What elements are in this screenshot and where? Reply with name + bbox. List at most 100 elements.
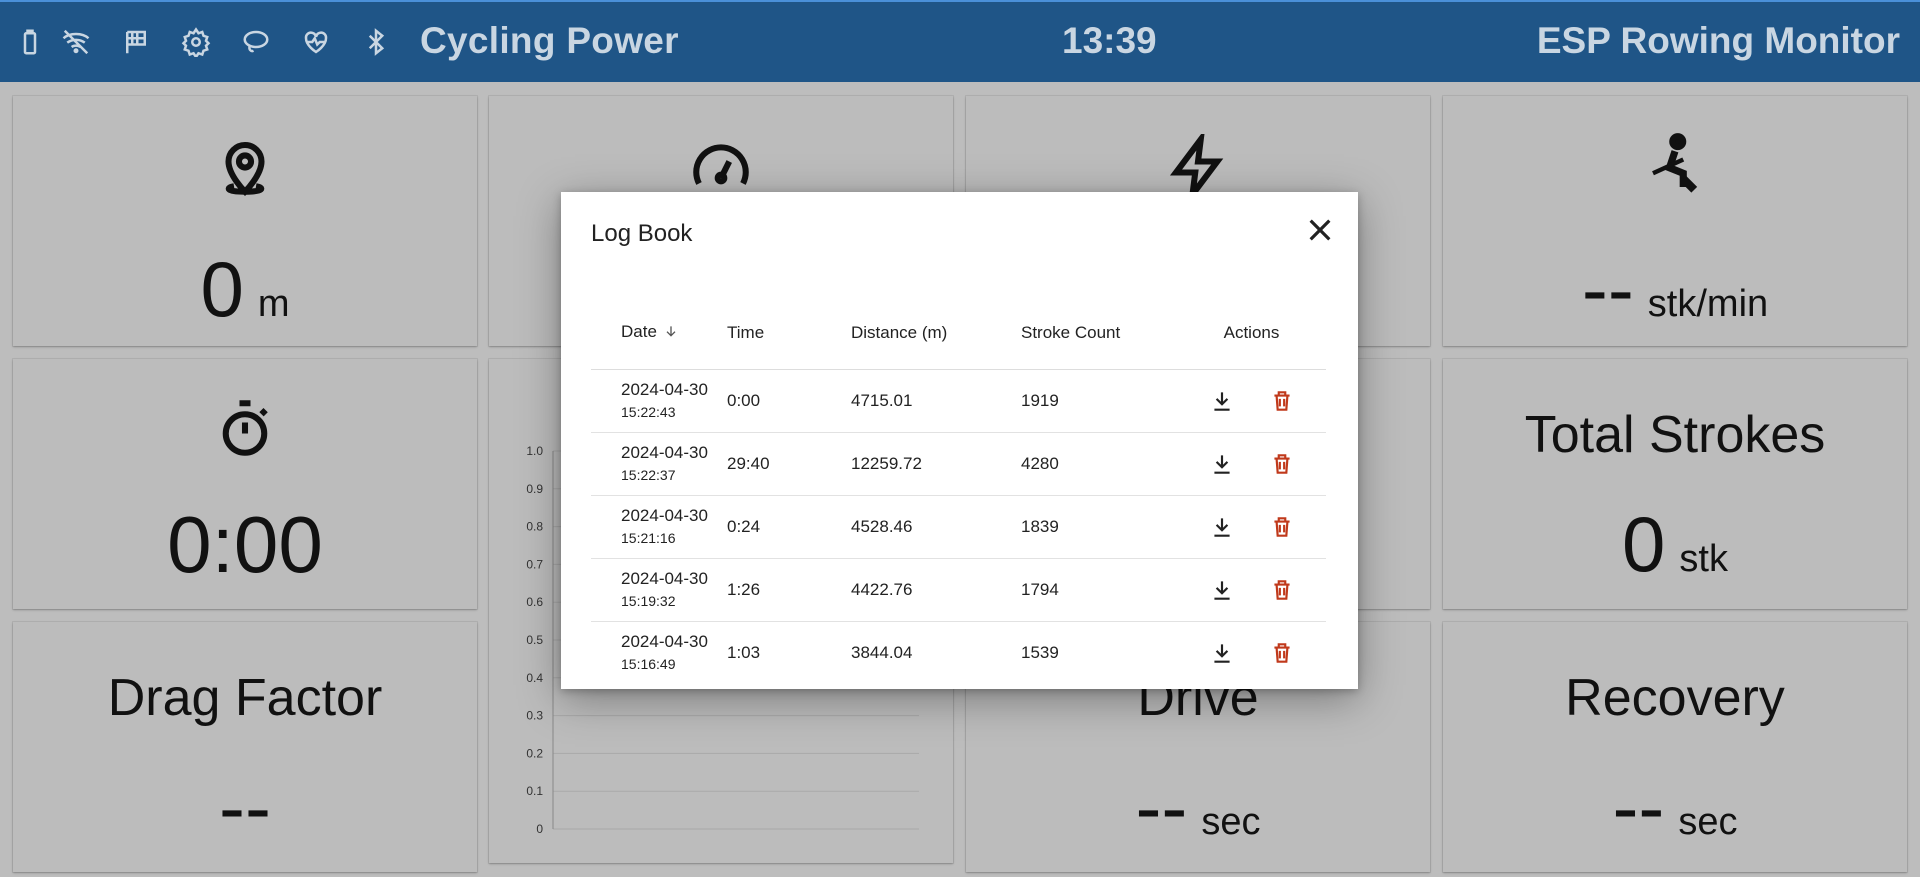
delete-button[interactable] xyxy=(1268,387,1296,415)
y-tick-label: 1.0 xyxy=(526,444,543,458)
delete-button[interactable] xyxy=(1268,576,1296,604)
total-strokes-tile: Total Strokes 0 stk xyxy=(1443,359,1907,609)
total-strokes-title: Total Strokes xyxy=(1524,406,1826,464)
drive-unit: sec xyxy=(1201,801,1261,843)
cell-date: 2024-04-30 15:21:16 xyxy=(591,495,726,559)
recovery-value: -- sec xyxy=(1443,762,1907,853)
row-date: 2024-04-30 xyxy=(621,632,708,651)
column-header-date[interactable]: Date xyxy=(591,297,726,370)
y-tick-label: 0.9 xyxy=(526,482,543,496)
cell-time: 29:40 xyxy=(726,432,850,496)
download-button[interactable] xyxy=(1208,576,1236,604)
row-date: 2024-04-30 xyxy=(621,443,708,462)
rower-icon xyxy=(1443,132,1907,203)
column-header-actions: Actions xyxy=(1177,297,1326,370)
drag-factor-number: -- xyxy=(219,763,271,851)
log-table: Date Time Distance (m) Stroke Count Acti… xyxy=(591,297,1326,684)
mode-label: Cycling Power xyxy=(420,20,679,61)
sort-down-icon[interactable] xyxy=(663,323,679,344)
download-button[interactable] xyxy=(1208,639,1236,667)
time-value: 0:00 xyxy=(13,499,477,591)
table-row: 2024-04-30 15:21:16 0:24 4528.46 1839 xyxy=(591,495,1326,559)
cell-actions xyxy=(1177,558,1326,622)
heart-rate-icon[interactable] xyxy=(300,22,332,62)
delete-button[interactable] xyxy=(1268,450,1296,478)
table-row: 2024-04-30 15:19:32 1:26 4422.76 1794 xyxy=(591,558,1326,622)
clock: 13:39 xyxy=(1062,20,1157,61)
download-button[interactable] xyxy=(1208,450,1236,478)
drive-number: -- xyxy=(1135,763,1188,851)
log-book-dialog: Log Book Date Time Distance (m) Stroke C… xyxy=(561,192,1358,689)
distance-unit: m xyxy=(257,283,290,325)
total-strokes-unit: stk xyxy=(1679,538,1728,580)
time-number: 0:00 xyxy=(167,500,323,589)
top-bar: Cycling Power 13:39 ESP Rowing Monitor xyxy=(0,0,1920,82)
delete-button[interactable] xyxy=(1268,639,1296,667)
table-row: 2024-04-30 15:16:49 1:03 3844.04 1539 xyxy=(591,622,1326,685)
table-header-row: Date Time Distance (m) Stroke Count Acti… xyxy=(591,297,1326,370)
lasso-icon[interactable] xyxy=(240,22,272,62)
row-date: 2024-04-30 xyxy=(621,380,708,399)
download-icon xyxy=(1213,392,1230,411)
y-tick-label: 0.5 xyxy=(526,633,543,647)
drive-value: -- sec xyxy=(966,762,1430,853)
column-header-time[interactable]: Time xyxy=(726,297,850,370)
cell-time: 0:24 xyxy=(726,495,850,559)
recovery-tile: Recovery -- sec xyxy=(1443,622,1907,872)
gear-icon[interactable] xyxy=(180,22,212,62)
cell-distance: 3844.04 xyxy=(851,643,913,662)
y-tick-label: 0.8 xyxy=(526,520,543,534)
trash-icon xyxy=(1273,580,1290,600)
time-tile: 0:00 xyxy=(13,359,477,609)
table-row: 2024-04-30 15:22:37 29:40 12259.72 4280 xyxy=(591,432,1326,496)
location-pin-icon xyxy=(13,134,477,205)
cell-actions xyxy=(1177,495,1326,559)
cell-time: 0:00 xyxy=(726,369,850,433)
distance-value: 0m xyxy=(13,244,477,335)
cell-date: 2024-04-30 15:22:37 xyxy=(591,432,726,496)
delete-button[interactable] xyxy=(1268,513,1296,541)
column-header-stroke-count[interactable]: Stroke Count xyxy=(1020,297,1177,370)
drag-factor-title: Drag Factor xyxy=(107,669,383,727)
cell-stroke-count: 1539 xyxy=(1021,643,1059,662)
y-tick-label: 0.7 xyxy=(526,557,543,571)
recovery-title: Recovery xyxy=(1565,669,1785,727)
row-clock: 15:22:37 xyxy=(621,467,676,483)
download-button[interactable] xyxy=(1208,387,1236,415)
cell-distance: 12259.72 xyxy=(850,432,1020,496)
close-button[interactable] xyxy=(1304,214,1336,246)
drag-factor-tile: Drag Factor -- xyxy=(13,622,477,872)
y-tick-label: 0 xyxy=(536,822,543,836)
column-header-distance[interactable]: Distance (m) xyxy=(850,297,1020,370)
cell-actions xyxy=(1177,432,1326,496)
checkered-flag-icon[interactable] xyxy=(120,22,152,62)
stopwatch-icon xyxy=(13,395,477,466)
recovery-unit: sec xyxy=(1678,801,1738,843)
cell-time: 1:26 xyxy=(726,558,850,622)
trash-icon xyxy=(1273,454,1290,474)
y-tick-label: 0.1 xyxy=(526,784,543,798)
row-clock: 15:16:49 xyxy=(621,656,676,672)
cell-stroke-count: 4280 xyxy=(1020,432,1177,496)
download-icon xyxy=(1213,581,1230,600)
trash-icon xyxy=(1273,643,1290,663)
download-icon xyxy=(1213,644,1230,663)
cell-distance: 4528.46 xyxy=(850,495,1020,559)
stroke-rate-unit: stk/min xyxy=(1647,283,1769,325)
cell-time: 1:03 xyxy=(727,643,761,662)
bluetooth-icon[interactable] xyxy=(360,22,392,62)
cell-stroke-count: 1839 xyxy=(1020,495,1177,559)
download-button[interactable] xyxy=(1208,513,1236,541)
dialog-title: Log Book xyxy=(591,220,693,247)
app-title: ESP Rowing Monitor xyxy=(1536,20,1900,61)
table-row: 2024-04-30 15:22:43 0:00 4715.01 1919 xyxy=(591,369,1326,433)
cell-date: 2024-04-30 15:22:43 xyxy=(591,369,726,433)
cell-actions xyxy=(1177,369,1326,433)
cell-actions xyxy=(1177,622,1326,685)
total-strokes-number: 0 xyxy=(1622,500,1666,588)
wifi-off-icon[interactable] xyxy=(60,22,92,62)
trash-icon xyxy=(1273,391,1290,411)
distance-tile: 0m xyxy=(13,96,477,346)
cell-date: 2024-04-30 15:16:49 xyxy=(591,622,726,685)
row-clock: 15:19:32 xyxy=(621,593,676,609)
